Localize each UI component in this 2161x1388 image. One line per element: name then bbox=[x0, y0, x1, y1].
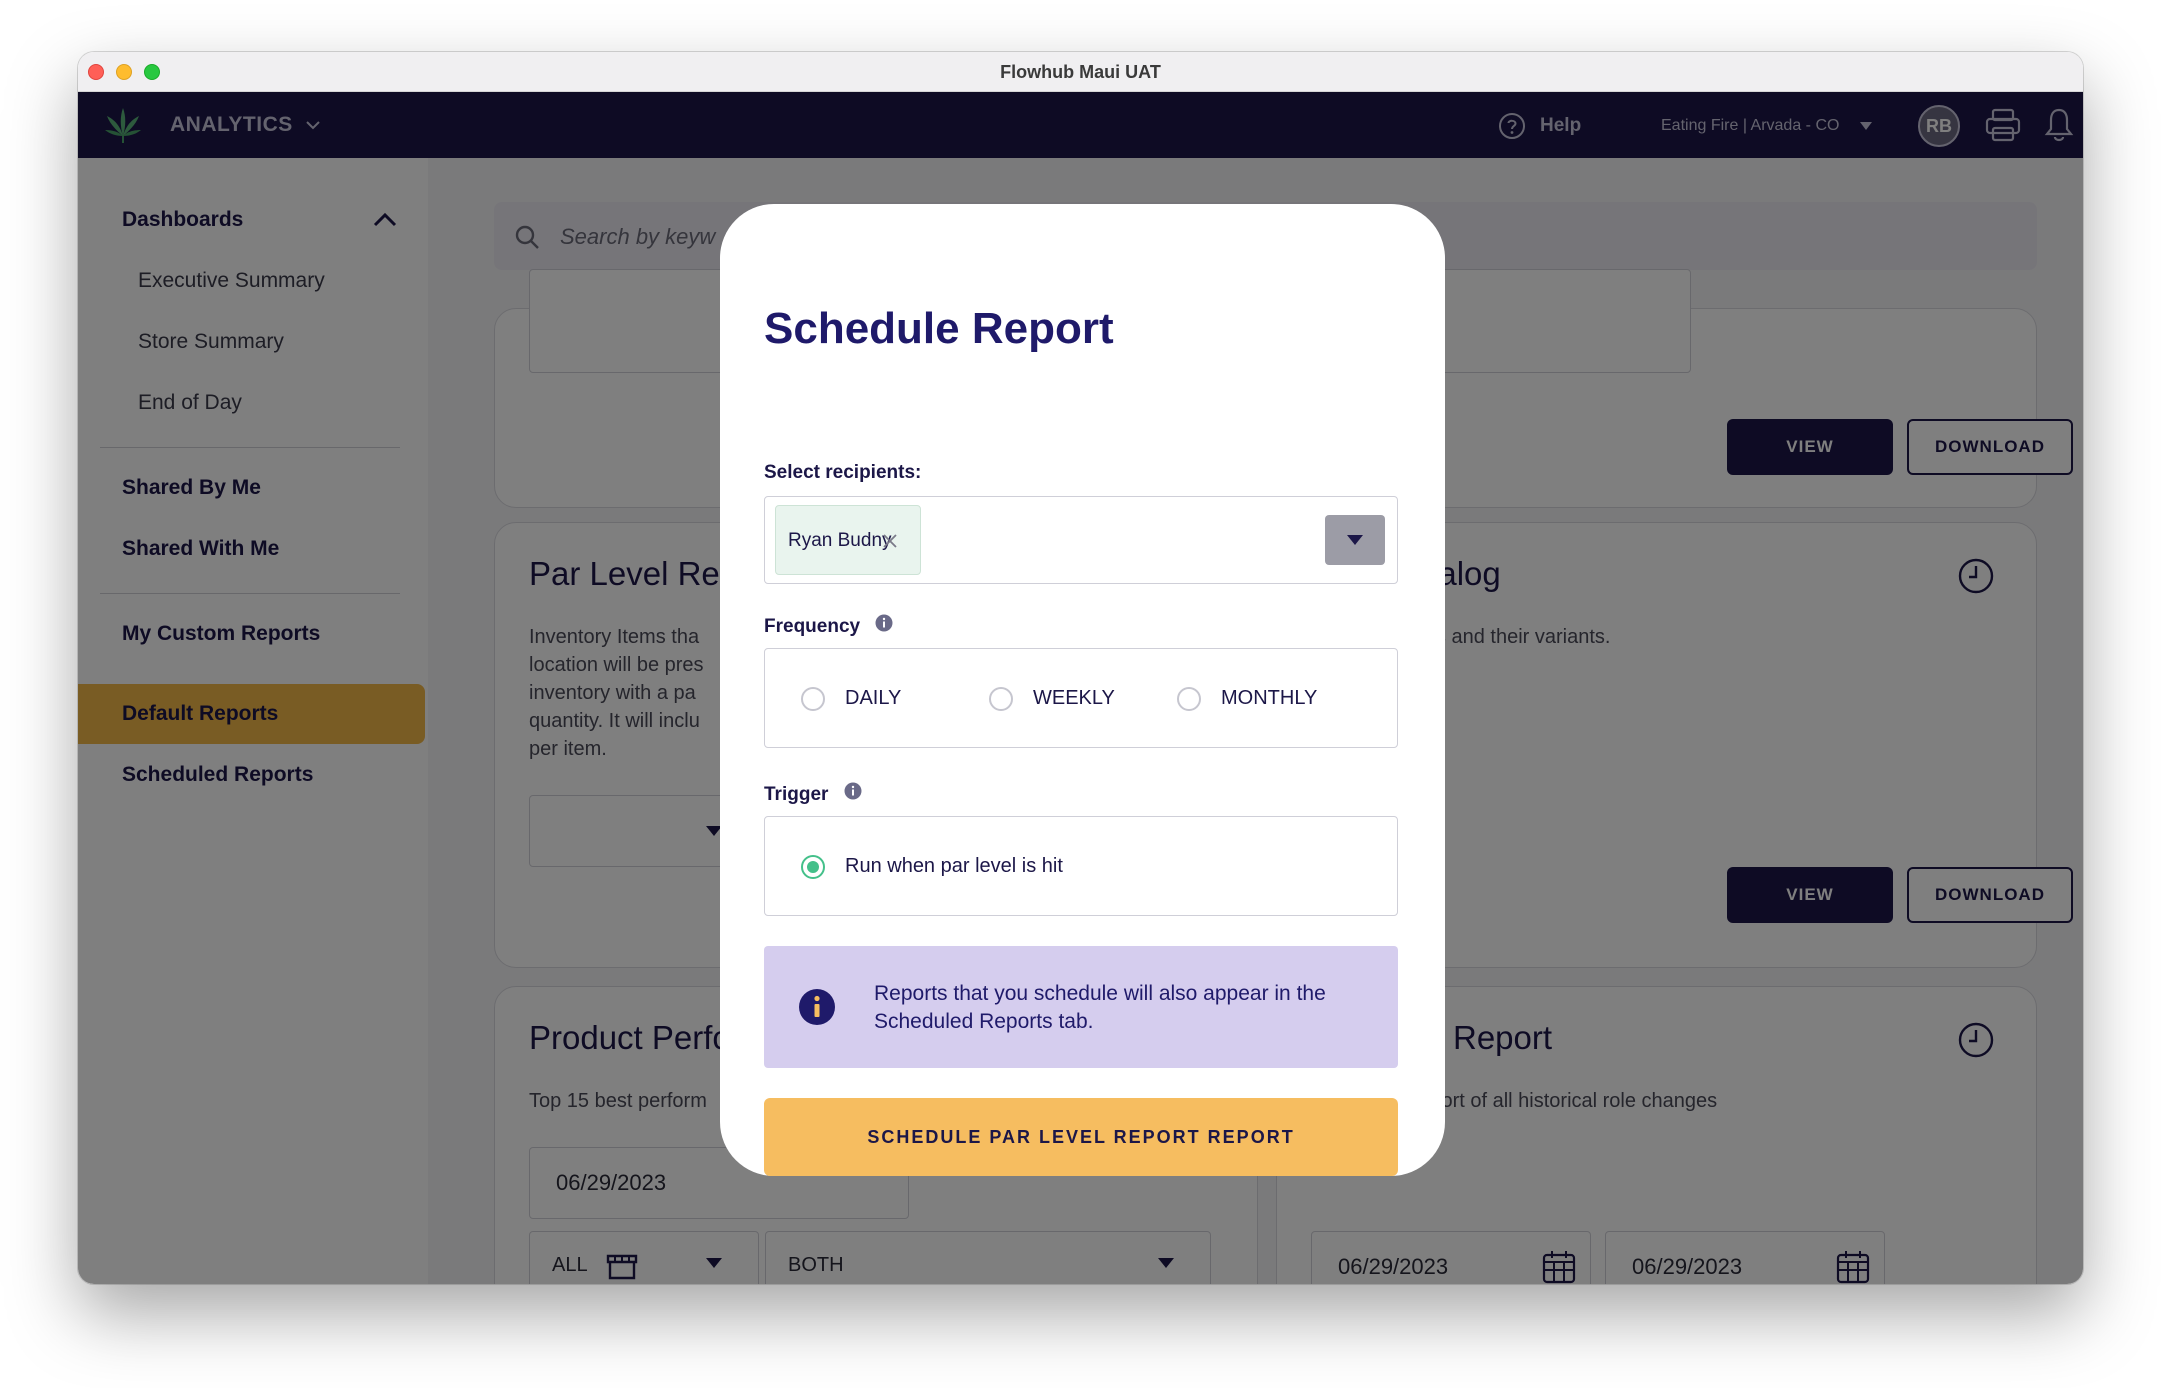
frequency-weekly-label[interactable]: WEEKLY bbox=[1033, 687, 1115, 710]
window-title: Flowhub Maui UAT bbox=[1000, 62, 1161, 82]
frequency-options: DAILY WEEKLY MONTHLY bbox=[764, 648, 1398, 748]
info-icon[interactable] bbox=[875, 614, 893, 632]
frequency-daily-radio[interactable] bbox=[801, 687, 825, 711]
trigger-par-level-label[interactable]: Run when par level is hit bbox=[845, 855, 1063, 878]
recipients-label: Select recipients: bbox=[764, 462, 922, 483]
frequency-daily-label[interactable]: DAILY bbox=[845, 687, 901, 710]
window-titlebar: Flowhub Maui UAT bbox=[78, 52, 2083, 92]
recipient-chip: Ryan Budny bbox=[775, 505, 921, 575]
frequency-label: Frequency bbox=[764, 616, 861, 637]
app-window: Flowhub Maui UAT ANALYTICS Help Eating F… bbox=[78, 52, 2083, 1284]
recipients-select[interactable]: Ryan Budny bbox=[764, 496, 1398, 584]
recipient-name: Ryan Budny bbox=[788, 530, 892, 551]
schedule-notice: Reports that you schedule will also appe… bbox=[764, 946, 1398, 1068]
frequency-monthly-label[interactable]: MONTHLY bbox=[1221, 687, 1317, 710]
close-icon[interactable] bbox=[882, 533, 898, 549]
recipients-dropdown-button[interactable] bbox=[1325, 515, 1385, 565]
schedule-report-button[interactable]: SCHEDULE PAR LEVEL REPORT REPORT bbox=[764, 1098, 1398, 1176]
trigger-options: Run when par level is hit bbox=[764, 816, 1398, 916]
caret-down-icon bbox=[1347, 535, 1363, 545]
notice-text: Reports that you schedule will also appe… bbox=[874, 982, 1326, 1033]
modal-title: Schedule Report bbox=[764, 304, 1114, 353]
trigger-label: Trigger bbox=[764, 784, 829, 805]
schedule-report-modal: Schedule Report Select recipients: Ryan … bbox=[720, 204, 1445, 1176]
info-icon[interactable] bbox=[844, 782, 862, 800]
frequency-weekly-radio[interactable] bbox=[989, 687, 1013, 711]
frequency-monthly-radio[interactable] bbox=[1177, 687, 1201, 711]
trigger-par-level-radio[interactable] bbox=[801, 855, 825, 879]
info-icon bbox=[799, 989, 835, 1025]
